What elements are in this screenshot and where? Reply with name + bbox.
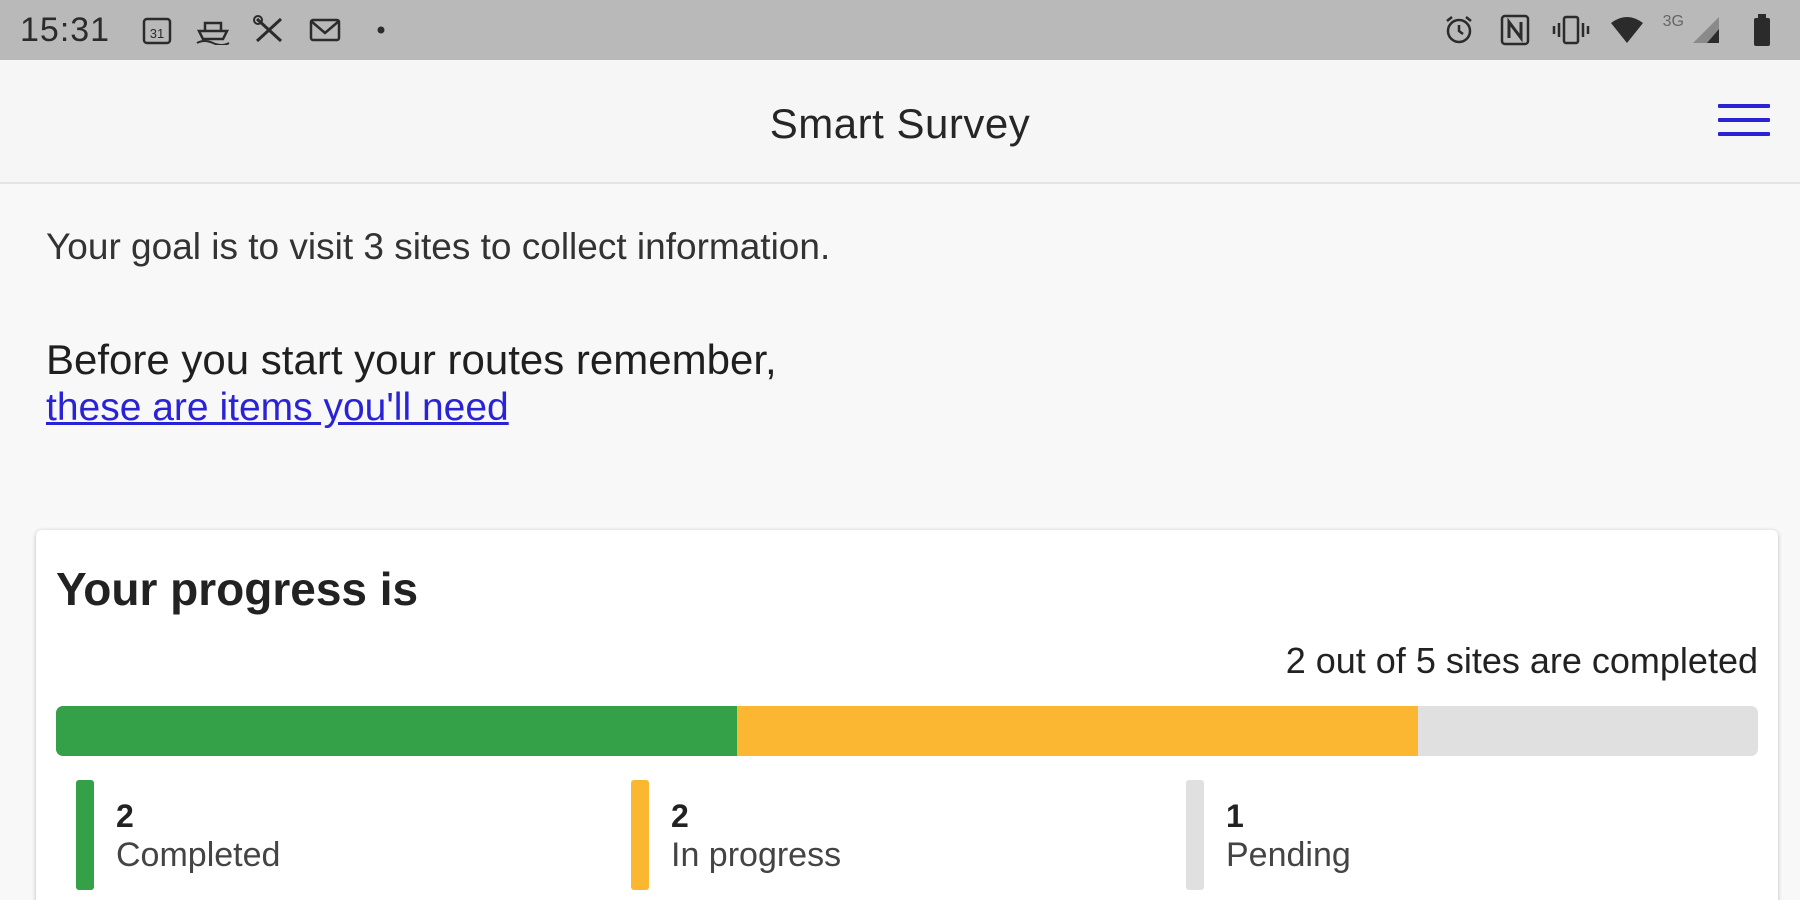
items-needed-link[interactable]: these are items you'll need	[46, 386, 509, 430]
wifi-icon	[1607, 11, 1647, 49]
progress-card: Your progress is 2 out of 5 sites are co…	[36, 530, 1778, 900]
legend-count-in-progress: 2	[671, 798, 689, 834]
progress-segment-completed	[56, 706, 737, 756]
app-bar: Smart Survey	[0, 60, 1800, 184]
status-right: 3G	[1439, 0, 1782, 60]
progress-heading: Your progress is	[56, 563, 419, 615]
menu-line	[1718, 104, 1770, 108]
legend-label-completed: Completed	[116, 836, 281, 874]
status-time: 15:31	[20, 10, 111, 49]
mail-icon	[306, 11, 344, 49]
legend-label-pending: Pending	[1226, 836, 1351, 874]
reminder-text: Before you start your routes remember,	[46, 336, 777, 383]
legend-swatch-in-progress	[631, 780, 649, 890]
status-bar: 15:31 31 3G	[0, 0, 1800, 60]
app-title: Smart Survey	[769, 100, 1031, 147]
battery-icon	[1742, 11, 1782, 49]
hamburger-menu-icon[interactable]	[1718, 104, 1770, 144]
tools-icon	[250, 11, 288, 49]
menu-line	[1718, 132, 1770, 136]
network-type-label: 3G	[1662, 13, 1684, 30]
legend-label-in-progress: In progress	[671, 836, 842, 874]
legend-swatch-completed	[76, 780, 94, 890]
progress-summary: 2 out of 5 sites are completed	[1285, 640, 1758, 681]
menu-line	[1718, 118, 1770, 122]
dot-icon	[362, 11, 400, 49]
status-left: 15:31 31	[0, 11, 400, 50]
alarm-icon	[1439, 11, 1479, 49]
vibrate-icon	[1551, 11, 1591, 49]
goal-text: Your goal is to visit 3 sites to collect…	[46, 226, 831, 267]
progress-legend: 2 Completed 2 In progress 1 Pending	[76, 780, 1756, 900]
svg-text:31: 31	[150, 26, 164, 41]
calendar-icon: 31	[138, 11, 176, 49]
legend-count-completed: 2	[116, 798, 134, 834]
signal-icon	[1686, 11, 1726, 49]
nfc-icon	[1495, 11, 1535, 49]
boat-icon	[194, 11, 232, 49]
progress-bar	[56, 706, 1758, 756]
legend-count-pending: 1	[1226, 798, 1244, 834]
progress-segment-in-progress	[736, 706, 1418, 756]
legend-swatch-pending	[1186, 780, 1204, 890]
